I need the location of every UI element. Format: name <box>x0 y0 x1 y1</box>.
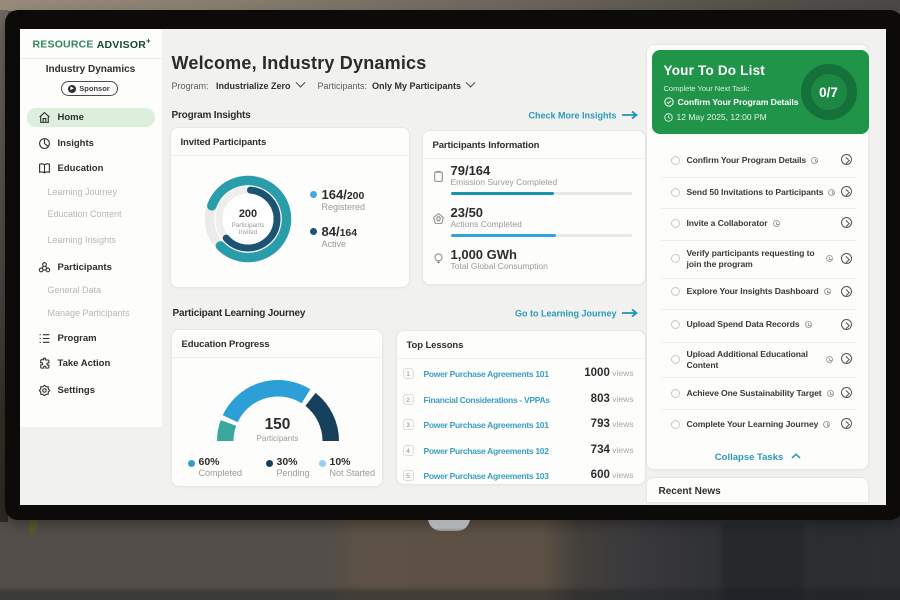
svg-text:200: 200 <box>238 208 256 220</box>
svg-text:Participants: Participants <box>231 222 264 229</box>
svg-text:Invited: Invited <box>238 229 257 236</box>
